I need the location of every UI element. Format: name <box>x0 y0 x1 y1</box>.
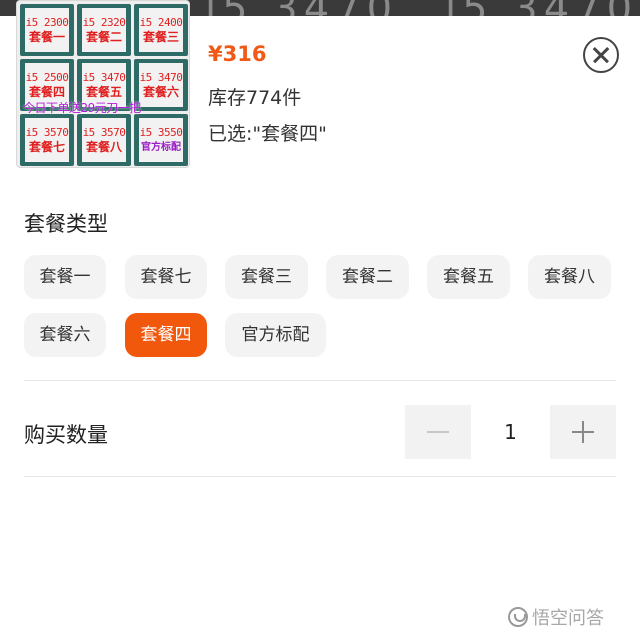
cpu-chip-image: i5 3550 官方标配 <box>134 114 188 166</box>
product-price: ¥316 <box>208 42 267 66</box>
product-thumbnail: i5 2300 套餐一 i5 2320 套餐二 i5 2400 套餐三 i5 2500… <box>16 0 190 168</box>
quantity-label: 购买数量 <box>24 423 108 447</box>
chip-model-label: i5 2400 <box>139 15 183 29</box>
cpu-chip-image: i5 2320 套餐二 <box>77 4 131 56</box>
chip-model-label: i5 3570 <box>25 125 69 139</box>
watermark: 悟空问答 <box>508 604 604 630</box>
option-section-title: 套餐类型 <box>24 212 108 236</box>
chip-package-label: 官方标配 <box>141 141 181 153</box>
watermark-logo-icon <box>508 607 528 627</box>
option-button[interactable]: 套餐一 <box>24 255 106 299</box>
selected-option-text: 已选:"套餐四" <box>208 123 327 145</box>
chip-package-label: 套餐二 <box>85 29 122 44</box>
quantity-value[interactable]: 1 <box>471 405 550 459</box>
chip-model-label: i5 2320 <box>82 15 126 29</box>
chip-package-label: 套餐八 <box>85 139 122 154</box>
chip-package-label: 套餐六 <box>142 84 179 99</box>
option-button[interactable]: 套餐八 <box>528 255 611 299</box>
option-button[interactable]: 套餐三 <box>225 255 308 299</box>
cpu-chip-image: i5 2300 套餐一 <box>20 4 74 56</box>
cpu-chip-image: i5 2400 套餐三 <box>134 4 188 56</box>
chip-model-label: i5 3550 <box>139 125 183 139</box>
option-button[interactable]: 套餐五 <box>427 255 510 299</box>
cpu-chip-image: i5 3570 套餐七 <box>20 114 74 166</box>
option-button-selected[interactable]: 套餐四 <box>125 313 207 357</box>
chip-package-label: 套餐四 <box>28 84 65 99</box>
chip-model-label: i5 2500 <box>25 70 69 84</box>
chip-package-label: 套餐五 <box>85 84 122 99</box>
stock-count: 库存774件 <box>208 87 302 109</box>
chip-package-label: 套餐一 <box>28 29 65 44</box>
chip-package-label: 套餐三 <box>142 29 179 44</box>
plus-icon[interactable] <box>550 405 616 459</box>
option-button[interactable]: 套餐二 <box>326 255 409 299</box>
divider <box>24 380 616 381</box>
option-button[interactable]: 套餐七 <box>125 255 207 299</box>
close-icon[interactable] <box>583 37 619 73</box>
promo-overlay-text: 今日下单送29元刀一把 <box>23 101 141 115</box>
watermark-text: 悟空问答 <box>532 608 604 629</box>
chip-model-label: i5 3470 <box>82 70 126 84</box>
chip-model-label: i5 3570 <box>82 125 126 139</box>
minus-icon[interactable] <box>405 405 471 459</box>
chip-package-label: 套餐七 <box>28 139 65 154</box>
chip-model-label: i5 3470 <box>139 70 183 84</box>
divider <box>24 476 616 477</box>
option-button[interactable]: 套餐六 <box>24 313 106 357</box>
option-button[interactable]: 官方标配 <box>225 313 326 357</box>
chip-model-label: i5 2300 <box>25 15 69 29</box>
cpu-chip-image: i5 3570 套餐八 <box>77 114 131 166</box>
